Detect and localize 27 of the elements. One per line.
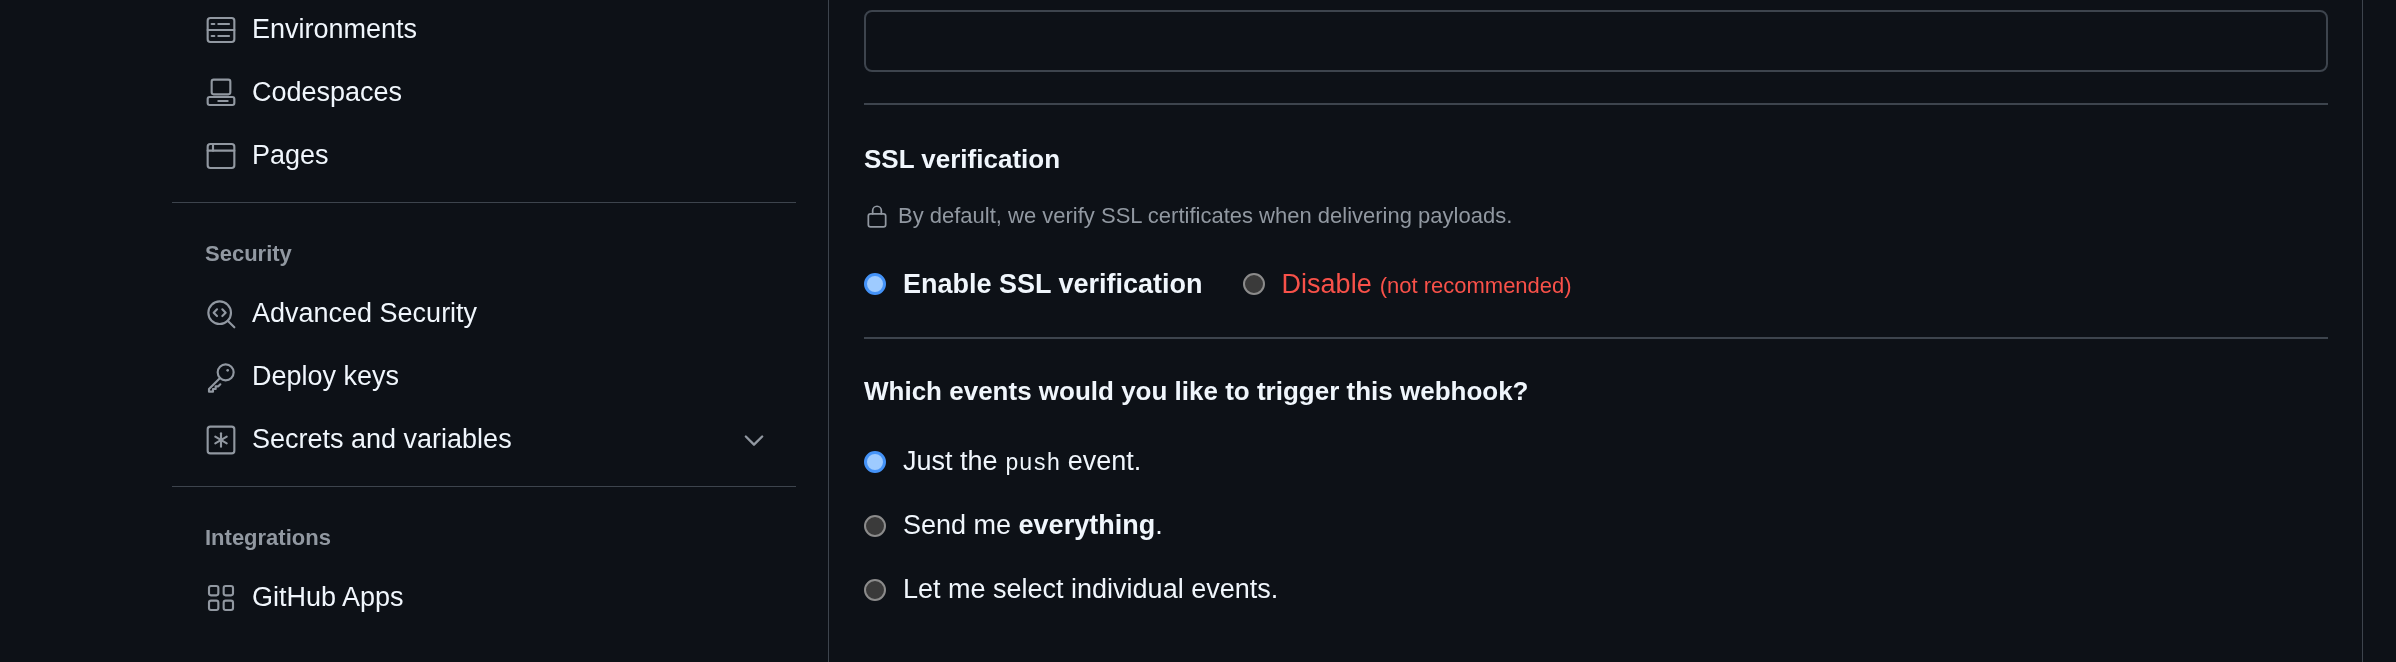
radio-button[interactable] (1242, 273, 1265, 296)
computer-icon (205, 76, 237, 109)
option-label[interactable]: Enable SSL verification (903, 264, 1203, 305)
url-field[interactable] (864, 10, 2328, 72)
sidebar-item[interactable]: Pages (172, 124, 796, 187)
asterisk-icon (205, 423, 237, 456)
description: By default, we verify SSL certificates when delivering payloads. (898, 202, 1513, 230)
sidebar-item[interactable]: Deploy keys (172, 345, 796, 408)
radio-button[interactable] (864, 578, 886, 601)
code-search-icon (205, 297, 237, 330)
option-label[interactable]: Send me everything. (903, 505, 1163, 546)
option-label[interactable]: Let me select individual events. (903, 569, 1279, 610)
sidebar-item[interactable]: Secrets and variables (172, 408, 796, 471)
section-heading: Security (205, 241, 292, 266)
radio-button[interactable] (864, 450, 886, 473)
option-label[interactable]: Disable (not recommended) (1281, 264, 1572, 305)
key-icon (205, 360, 237, 393)
option-label[interactable]: Just the push event. (903, 441, 1142, 482)
sidebar-item[interactable]: Codespaces (172, 61, 796, 124)
radio-button[interactable] (864, 514, 886, 537)
sidebar-item[interactable]: Advanced Security (172, 282, 796, 345)
radio-button[interactable] (864, 273, 886, 296)
question: Which events would you like to trigger this webhook? (864, 374, 1530, 407)
section-heading: Integrations (205, 525, 331, 550)
sidebar-item[interactable]: GitHub Apps (172, 566, 796, 629)
sidebar-item[interactable]: Environments (172, 0, 796, 61)
section-title: SSL verification (864, 143, 1062, 175)
